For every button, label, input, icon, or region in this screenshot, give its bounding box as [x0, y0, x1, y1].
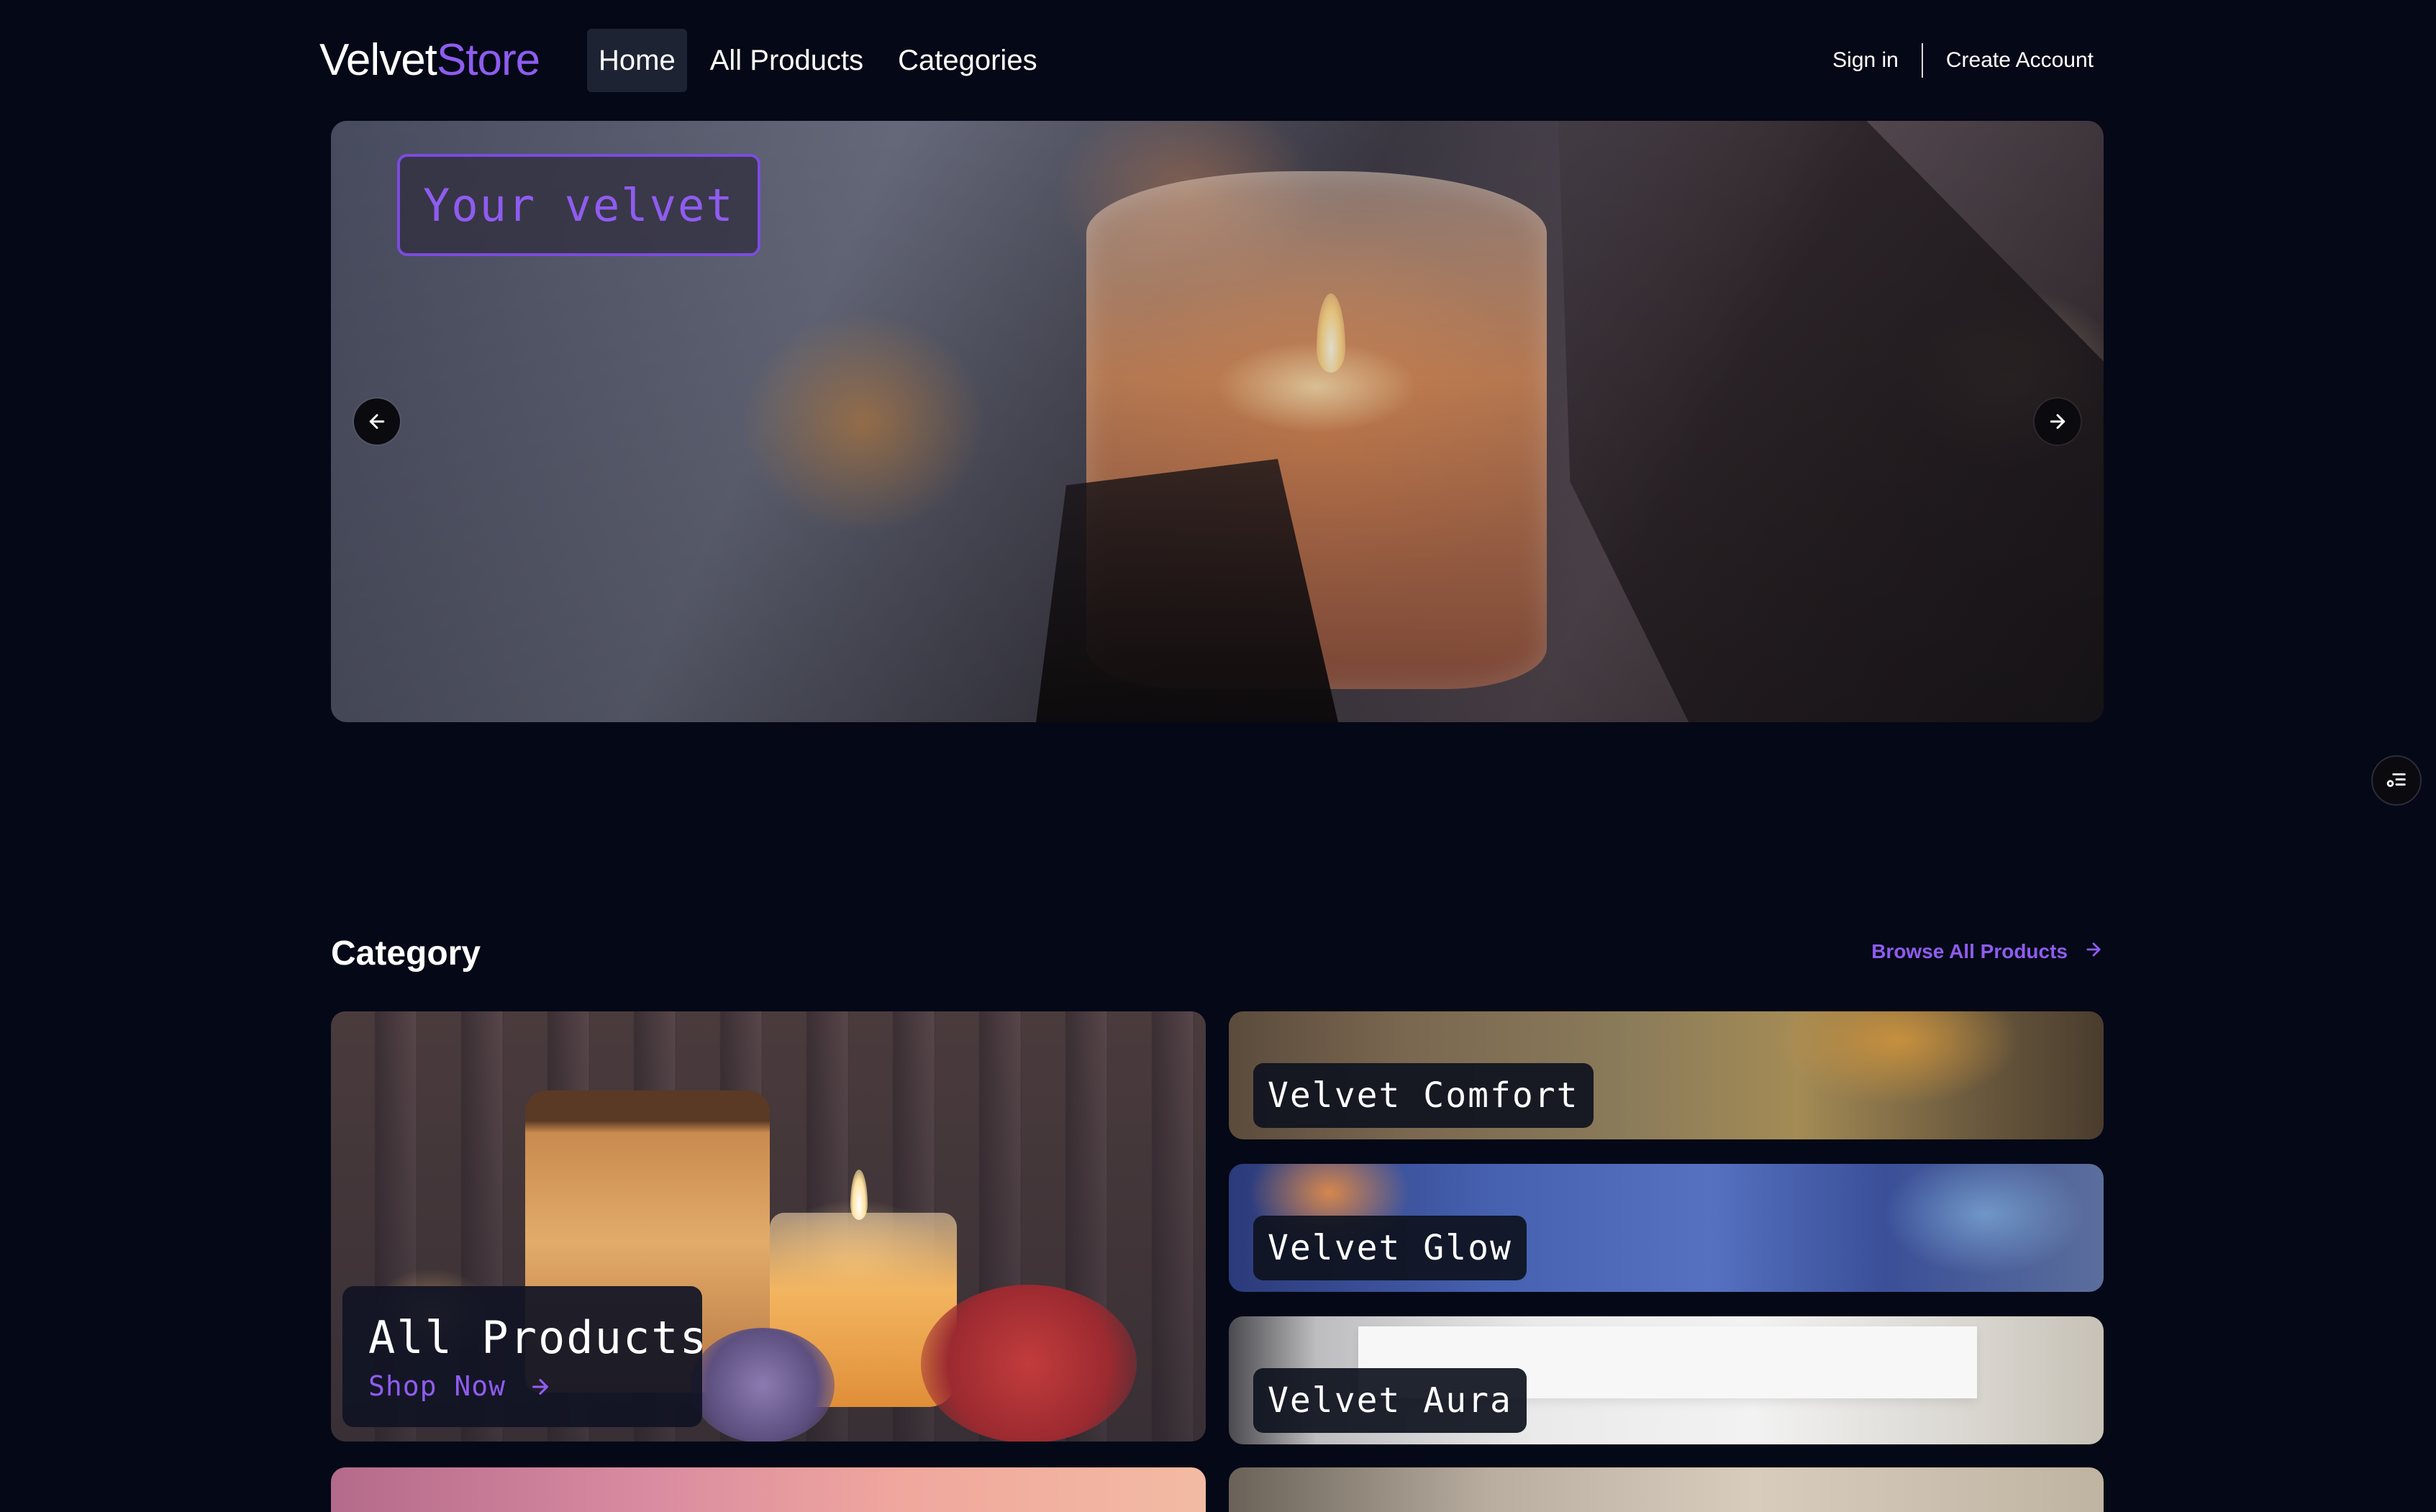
- category-tile-peek-left[interactable]: [331, 1467, 1206, 1512]
- auth-links: Sign in Create Account: [1832, 40, 2094, 81]
- logo-text-accent: Store: [436, 35, 540, 85]
- browse-all-products-label: Browse All Products: [1871, 940, 2068, 962]
- logo[interactable]: VelvetStore: [319, 32, 540, 89]
- logo-text-primary: Velvet: [319, 35, 437, 85]
- nav-all-products[interactable]: All Products: [699, 29, 875, 92]
- carousel-prev-button[interactable]: [354, 399, 400, 445]
- nav-categories[interactable]: Categories: [886, 29, 1048, 92]
- arrow-right-icon: [532, 1379, 548, 1395]
- category-tile-label: Velvet Glow: [1253, 1216, 1527, 1280]
- browse-all-products-link[interactable]: Browse All Products: [1871, 939, 2104, 964]
- category-tile-velvet-aura[interactable]: Velvet Aura: [1229, 1316, 2104, 1444]
- featured-tile-label: All Products Shop Now: [342, 1286, 708, 1427]
- hero-caption: Your velvet: [397, 154, 760, 256]
- tile-image-flower-purple: [691, 1328, 835, 1442]
- tile-image-flame: [850, 1170, 868, 1220]
- hero-carousel: Your velvet: [331, 121, 2104, 722]
- arrow-right-icon: [2050, 414, 2065, 429]
- floating-filter-button[interactable]: [2371, 755, 2422, 806]
- auth-divider: [1921, 43, 1923, 78]
- arrow-left-icon: [369, 414, 385, 429]
- category-tile-all-products[interactable]: All Products Shop Now: [331, 1011, 1206, 1442]
- category-tile-peek-right[interactable]: [1229, 1467, 2104, 1512]
- featured-tile-title: All Products: [368, 1311, 708, 1364]
- carousel-next-button[interactable]: [2035, 399, 2081, 445]
- shop-now-link[interactable]: Shop Now: [368, 1368, 676, 1404]
- category-tile-velvet-glow[interactable]: Velvet Glow: [1229, 1164, 2104, 1292]
- category-tile-label: Velvet Comfort: [1253, 1063, 1594, 1128]
- category-section-title: Category: [331, 934, 481, 973]
- sign-in-link[interactable]: Sign in: [1832, 48, 1899, 73]
- shop-now-label: Shop Now: [368, 1370, 506, 1402]
- filter-list-icon: [2386, 773, 2406, 788]
- site-header: VelvetStore Home All Products Categories…: [0, 0, 2436, 121]
- arrow-right-icon: [2083, 939, 2104, 964]
- main-nav: Home All Products Categories: [587, 29, 1060, 92]
- create-account-link[interactable]: Create Account: [1946, 48, 2094, 73]
- category-tile-velvet-comfort[interactable]: Velvet Comfort: [1229, 1011, 2104, 1139]
- nav-home[interactable]: Home: [587, 29, 687, 92]
- tile-image-flower: [921, 1285, 1137, 1442]
- category-tile-label: Velvet Aura: [1253, 1368, 1527, 1433]
- page: VelvetStore Home All Products Categories…: [0, 0, 2436, 1512]
